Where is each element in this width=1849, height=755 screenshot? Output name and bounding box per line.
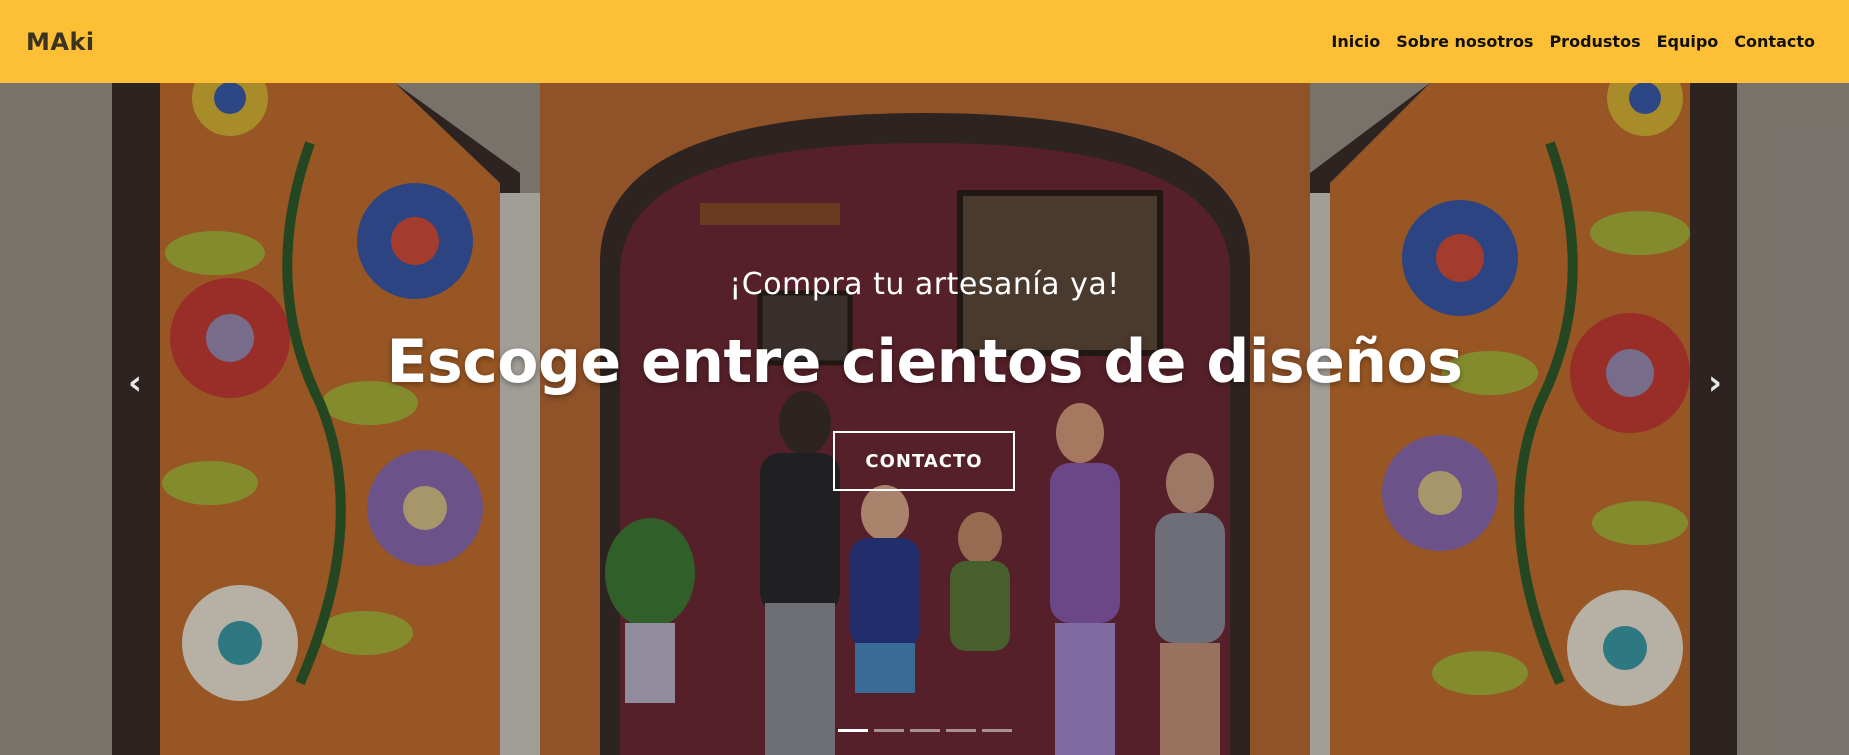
carousel-indicator[interactable] — [838, 729, 868, 732]
hero-title: Escoge entre cientos de diseños — [386, 327, 1463, 397]
navbar: MAki Inicio Sobre nosotros Produstos Equ… — [0, 0, 1849, 83]
carousel-indicator[interactable] — [982, 729, 1012, 732]
carousel-indicator[interactable] — [910, 729, 940, 732]
nav-link-productos[interactable]: Produstos — [1549, 32, 1640, 51]
carousel-prev-icon[interactable]: ‹ — [115, 363, 155, 403]
brand-logo[interactable]: MAki — [26, 28, 95, 56]
nav-link-equipo[interactable]: Equipo — [1657, 32, 1719, 51]
carousel-indicator[interactable] — [874, 729, 904, 732]
hero-overlay — [0, 83, 1849, 755]
nav-link-sobre-nosotros[interactable]: Sobre nosotros — [1396, 32, 1533, 51]
hero-carousel: ¡Compra tu artesanía ya! Escoge entre ci… — [0, 83, 1849, 755]
carousel-indicator[interactable] — [946, 729, 976, 732]
hero-subtitle: ¡Compra tu artesanía ya! — [729, 267, 1120, 302]
nav-links: Inicio Sobre nosotros Produstos Equipo C… — [1315, 32, 1815, 51]
nav-link-inicio[interactable]: Inicio — [1331, 32, 1380, 51]
nav-link-contacto[interactable]: Contacto — [1734, 32, 1815, 51]
carousel-indicators — [838, 729, 1012, 732]
carousel-next-icon[interactable]: › — [1695, 363, 1735, 403]
contact-button[interactable]: CONTACTO — [833, 431, 1015, 491]
